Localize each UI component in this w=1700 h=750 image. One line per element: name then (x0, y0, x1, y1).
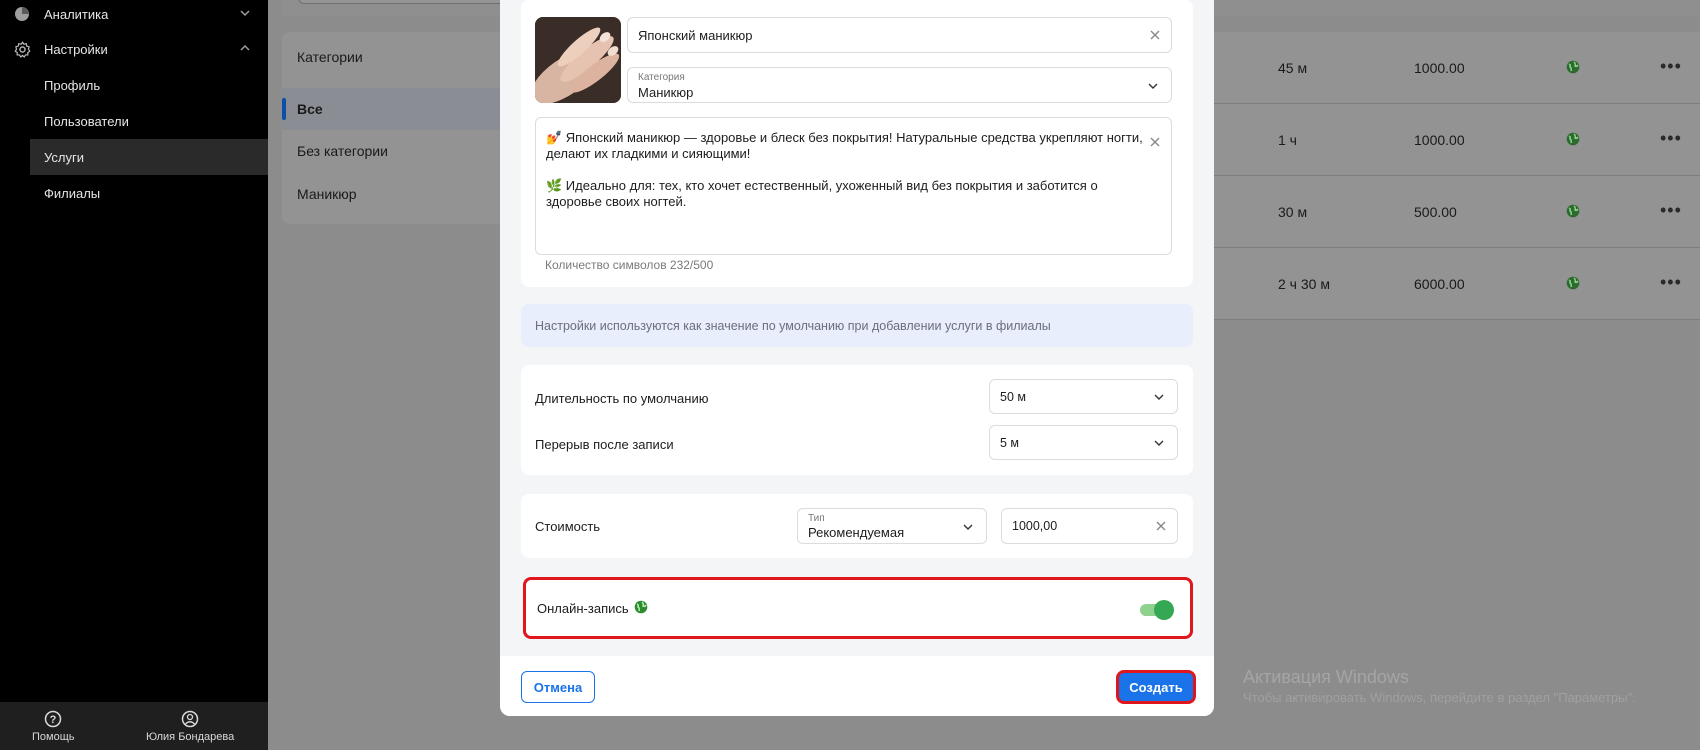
manicure-image (535, 17, 621, 103)
clear-icon[interactable] (1149, 29, 1161, 41)
price-value: 1000,00 (1012, 519, 1058, 533)
duration-cell: 45 м (1278, 60, 1308, 76)
windows-activation-subtitle: Чтобы активировать Windows, перейдите в … (1243, 690, 1636, 705)
sidebar-footer: ? Помощь Юлия Бондарева (0, 702, 268, 750)
more-icon[interactable]: ••• (1660, 272, 1682, 293)
online-booking-label: Онлайн-запись (537, 601, 629, 616)
price-type-value: Рекомендуемая (808, 525, 905, 540)
user-profile-button[interactable]: Юлия Бондарева (146, 710, 234, 743)
service-name-value: Японский маникюр (638, 28, 753, 43)
duration-label: Длительность по умолчанию (535, 391, 709, 406)
duration-cell: 30 м (1278, 204, 1308, 220)
globe-icon (1566, 60, 1580, 74)
user-name: Юлия Бондарева (146, 731, 235, 743)
cancel-button[interactable]: Отмена (521, 671, 595, 703)
table-row[interactable]: 30 м 500.00 ••• (1200, 176, 1700, 248)
categories-card: Категории Все Без категории Маникюр (282, 32, 507, 224)
category-select[interactable]: Категория Маникюр (627, 67, 1172, 103)
category-item-uncategorized[interactable]: Без категории (282, 130, 507, 172)
sidebar-item-settings[interactable]: Настройки (0, 31, 268, 67)
description-line: 💅 Японский маникюр — здоровье и блеск бе… (546, 130, 1143, 161)
more-icon[interactable]: ••• (1660, 200, 1682, 221)
clear-icon[interactable] (1149, 136, 1161, 148)
globe-icon (1566, 132, 1580, 146)
description-line: 🌿 Идеально для: тех, кто хочет естествен… (546, 178, 1098, 209)
duration-cell: 2 ч 30 м (1278, 276, 1330, 292)
category-item-all[interactable]: Все (282, 88, 507, 130)
gear-icon (12, 39, 32, 59)
description-textarea[interactable]: 💅 Японский маникюр — здоровье и блеск бе… (535, 117, 1172, 255)
svg-text:?: ? (50, 714, 57, 726)
duration-panel: Длительность по умолчанию 50 м Перерыв п… (521, 365, 1193, 475)
sidebar-item-label: Аналитика (44, 6, 109, 22)
globe-icon (1566, 204, 1580, 218)
duration-cell: 1 ч (1278, 132, 1297, 148)
sidebar-item-label: Услуги (44, 149, 84, 165)
search-input (298, 0, 518, 4)
duration-value: 50 м (1000, 390, 1026, 404)
category-select-value: Маникюр (638, 85, 694, 100)
sidebar-item-label: Настройки (44, 41, 108, 57)
sidebar-item-analytics[interactable]: Аналитика (0, 0, 268, 32)
chevron-down-icon (1154, 394, 1164, 400)
globe-icon (634, 600, 648, 614)
table-row[interactable]: 2 ч 30 м 6000.00 ••• (1200, 248, 1700, 320)
chevron-down-icon (1154, 440, 1164, 446)
char-counter: Количество символов 232/500 (545, 258, 714, 272)
sidebar-item-branches[interactable]: Филиалы (0, 175, 268, 211)
services-table: 45 м 1000.00 ••• 1 ч 1000.00 ••• 30 м 50… (1200, 32, 1700, 320)
sidebar-item-users[interactable]: Пользователи (0, 103, 268, 139)
service-name-field[interactable]: Японский маникюр (627, 17, 1172, 53)
price-cell: 500.00 (1414, 204, 1457, 220)
description-text: 💅 Японский маникюр — здоровье и блеск бе… (546, 130, 1146, 210)
service-photo[interactable] (535, 17, 621, 103)
chevron-down-icon (1148, 83, 1158, 89)
chevron-up-icon (240, 44, 250, 51)
break-label: Перерыв после записи (535, 437, 674, 452)
break-select[interactable]: 5 м (989, 425, 1178, 460)
sidebar-item-label: Профиль (44, 77, 101, 93)
sidebar-item-profile[interactable]: Профиль (0, 67, 268, 103)
break-value: 5 м (1000, 436, 1020, 450)
service-info-panel: Японский маникюр Категория Маникюр 💅 Япо… (521, 0, 1193, 287)
sidebar-item-services[interactable]: Услуги (30, 139, 268, 175)
category-select-label: Категория (638, 72, 685, 83)
windows-activation-title: Активация Windows (1243, 667, 1409, 687)
price-type-select[interactable]: Тип Рекомендуемая (797, 508, 987, 544)
clear-icon[interactable] (1155, 520, 1167, 532)
help-icon: ? (45, 710, 62, 728)
price-label: Стоимость (535, 519, 601, 534)
table-row[interactable]: 1 ч 1000.00 ••• (1200, 104, 1700, 176)
info-banner: Настройки используются как значение по у… (521, 304, 1193, 347)
online-booking-toggle[interactable] (1140, 600, 1174, 620)
price-panel: Стоимость Тип Рекомендуемая 1000,00 (521, 494, 1193, 558)
create-button[interactable]: Создать (1116, 670, 1196, 704)
sidebar-item-label: Пользователи (44, 113, 129, 129)
avatar-icon (181, 710, 199, 728)
price-cell: 6000.00 (1414, 276, 1465, 292)
pie-chart-icon (12, 4, 32, 24)
online-booking-row: Онлайн-запись (523, 577, 1193, 639)
toggle-knob (1154, 600, 1174, 620)
price-cell: 1000.00 (1414, 60, 1465, 76)
more-icon[interactable]: ••• (1660, 56, 1682, 77)
help-button[interactable]: ? Помощь (32, 710, 75, 743)
categories-title: Категории (297, 49, 363, 65)
price-type-label: Тип (808, 513, 825, 524)
price-cell: 1000.00 (1414, 132, 1465, 148)
price-input[interactable]: 1000,00 (1001, 508, 1178, 544)
globe-icon (1566, 276, 1580, 290)
chevron-down-icon (240, 10, 250, 17)
help-label: Помощь (32, 731, 75, 743)
modal-footer: Отмена Создать (500, 656, 1214, 716)
table-row[interactable]: 45 м 1000.00 ••• (1200, 32, 1700, 104)
chevron-down-icon (963, 524, 973, 530)
create-service-modal: Японский маникюр Категория Маникюр 💅 Япо… (500, 0, 1214, 716)
duration-select[interactable]: 50 м (989, 379, 1178, 414)
sidebar-item-label: Филиалы (44, 185, 101, 201)
sidebar: Аналитика Настройки Профиль Пользователи… (0, 0, 268, 750)
category-item-manicure[interactable]: Маникюр (282, 173, 507, 215)
more-icon[interactable]: ••• (1660, 128, 1682, 149)
